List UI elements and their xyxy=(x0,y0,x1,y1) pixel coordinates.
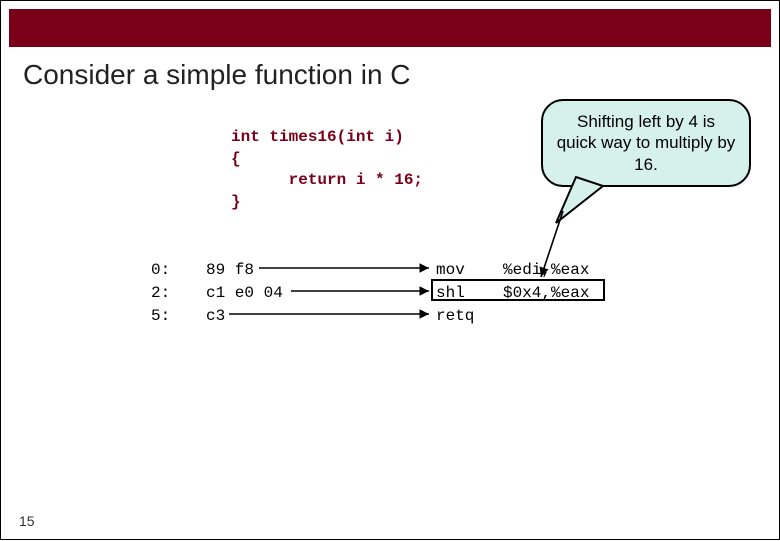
page-number: 15 xyxy=(19,513,35,529)
slide: Consider a simple function in C int time… xyxy=(0,0,780,540)
code-line-2: { xyxy=(231,150,241,168)
callout-bubble: Shifting left by 4 is quick way to multi… xyxy=(541,99,751,187)
asm-operands-0: %edi,%eax xyxy=(503,261,589,279)
asm-bytes-2: c3 xyxy=(206,307,225,325)
asm-mnemonic-2: retq xyxy=(436,307,474,325)
asm-offset-2: 5: xyxy=(151,307,170,325)
asm-offset-1: 2: xyxy=(151,284,170,302)
c-code-block: int times16(int i) { return i * 16; } xyxy=(231,127,423,213)
asm-bytes-1: c1 e0 04 xyxy=(206,284,283,302)
asm-mnemonic-0: mov xyxy=(436,261,465,279)
title-bar xyxy=(9,9,771,47)
asm-bytes-0: 89 f8 xyxy=(206,261,254,279)
slide-title: Consider a simple function in C xyxy=(23,59,411,91)
asm-bytes-col: 89 f8 c1 e0 04 c3 xyxy=(206,259,283,329)
code-line-4: } xyxy=(231,193,241,211)
asm-offsets-col: 0: 2: 5: xyxy=(151,259,170,329)
callout-text: Shifting left by 4 is quick way to multi… xyxy=(557,112,736,174)
code-line-3: return i * 16; xyxy=(231,171,423,189)
code-line-1: int times16(int i) xyxy=(231,128,404,146)
asm-offset-0: 0: xyxy=(151,261,170,279)
highlight-box-shl xyxy=(431,279,605,301)
